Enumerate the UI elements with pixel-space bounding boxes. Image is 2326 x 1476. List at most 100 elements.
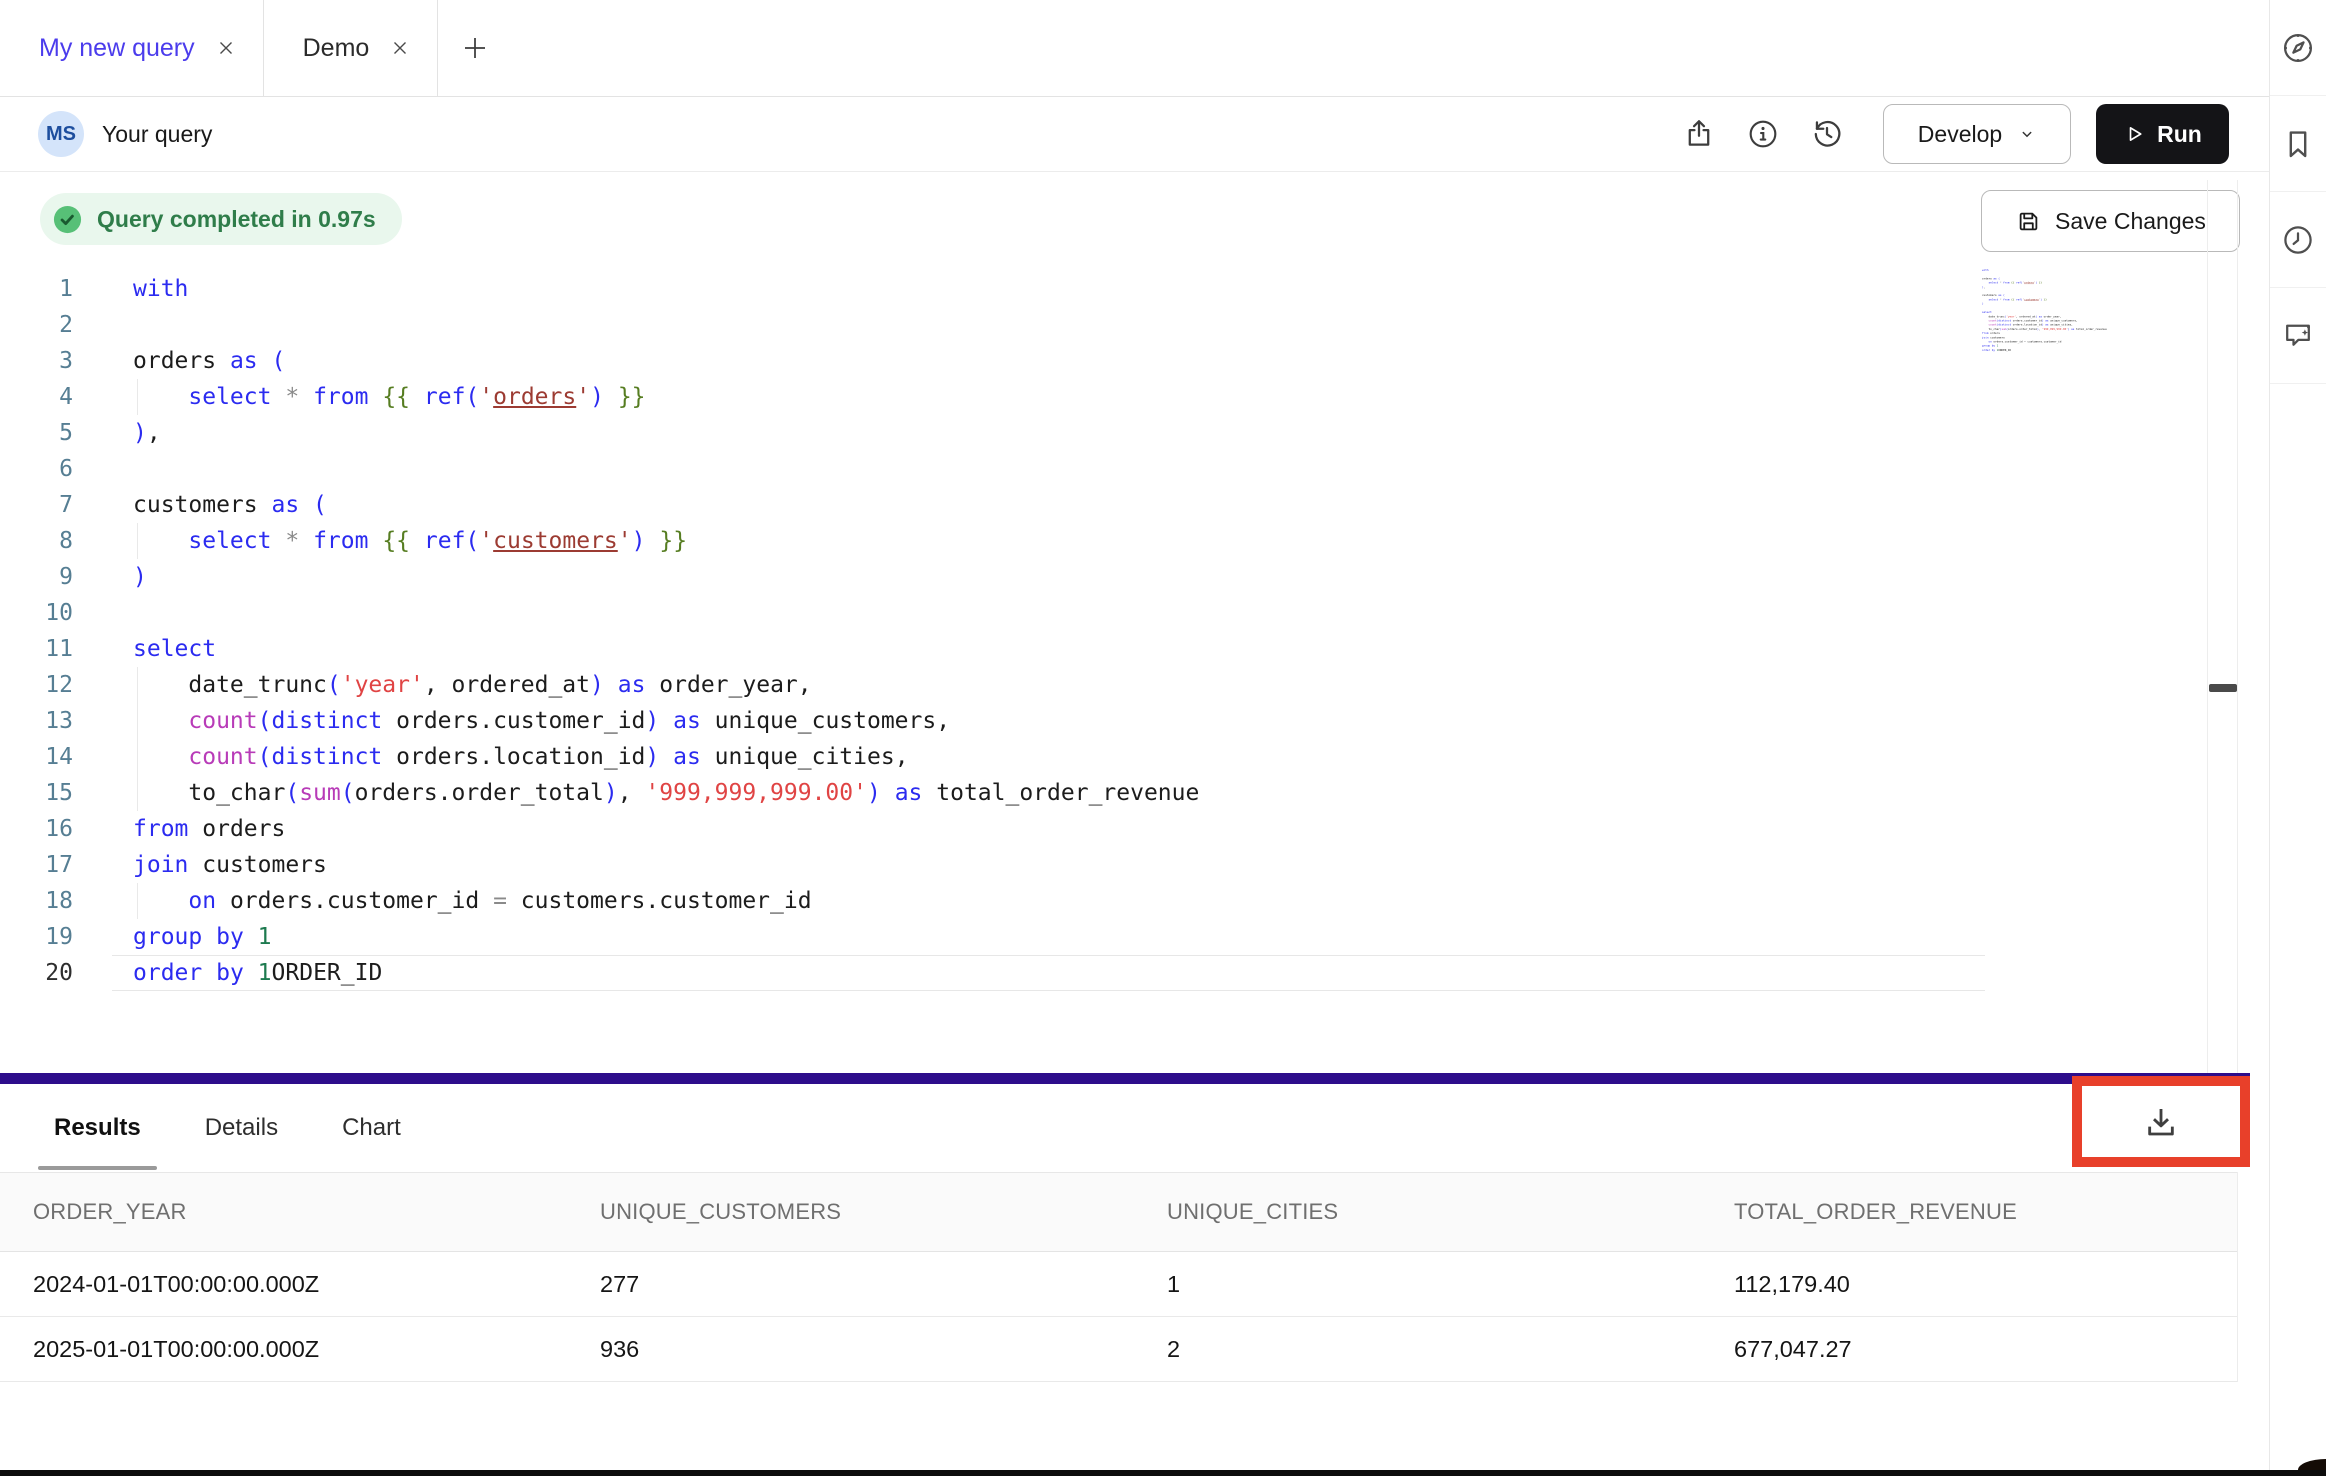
- code-line[interactable]: 17join customers: [0, 847, 2207, 883]
- line-number: 3: [0, 343, 73, 379]
- plus-icon: [460, 33, 490, 63]
- code-line[interactable]: 7customers as (: [0, 487, 2207, 523]
- editor-scrollbar-thumb[interactable]: [2209, 684, 2237, 692]
- run-button[interactable]: Run: [2096, 104, 2229, 164]
- close-icon[interactable]: [215, 37, 237, 59]
- sidebar-item-bookmarks[interactable]: [2270, 96, 2326, 192]
- code-line[interactable]: 19group by 1: [0, 919, 2207, 955]
- sidebar-item-assistant[interactable]: [2270, 288, 2326, 384]
- tab-label: Demo: [303, 34, 370, 63]
- editor-right-border: [2237, 180, 2238, 1073]
- line-number: 2: [0, 307, 73, 343]
- save-changes-button[interactable]: Save Changes: [1981, 190, 2240, 252]
- page-title: Your query: [102, 121, 212, 148]
- status-badge: Query completed in 0.97s: [40, 193, 402, 245]
- run-label: Run: [2157, 121, 2202, 148]
- line-number: 10: [0, 595, 73, 631]
- sidebar-item-explore[interactable]: [2270, 0, 2326, 96]
- panel-splitter[interactable]: [0, 1073, 2250, 1084]
- code-line[interactable]: 18 on orders.customer_id = customers.cus…: [0, 883, 2207, 919]
- results-tab-results[interactable]: Results: [38, 1084, 157, 1172]
- results-tab-bar: Results Details Chart: [0, 1084, 2269, 1172]
- editor-minimap[interactable]: withorders as ( select * from {{ ref('or…: [1982, 268, 2134, 352]
- line-number: 7: [0, 487, 73, 523]
- line-number: 18: [0, 883, 73, 919]
- annotation-highlight-box[interactable]: [2072, 1076, 2250, 1167]
- table-cell: 112,179.40: [1734, 1271, 2237, 1298]
- table-cell: 677,047.27: [1734, 1336, 2237, 1363]
- chevron-down-icon: [2018, 125, 2036, 143]
- results-tab-details[interactable]: Details: [189, 1084, 294, 1172]
- line-number: 11: [0, 631, 73, 667]
- line-number: 1: [0, 271, 73, 307]
- code-line[interactable]: 5),: [0, 415, 2207, 451]
- query-header: MS Your query Develop Run: [0, 97, 2269, 172]
- table-cell: 2: [1167, 1336, 1734, 1363]
- column-header: TOTAL_ORDER_REVENUE: [1734, 1199, 2237, 1225]
- right-sidebar: [2269, 0, 2326, 1476]
- tab-label: My new query: [39, 34, 195, 63]
- status-text: Query completed in 0.97s: [97, 206, 376, 233]
- line-number: 12: [0, 667, 73, 703]
- new-tab-button[interactable]: [438, 0, 512, 96]
- save-changes-label: Save Changes: [2055, 208, 2206, 235]
- table-row: 2024-01-01T00:00:00.000Z2771112,179.40: [0, 1252, 2237, 1317]
- share-button[interactable]: [1677, 112, 1721, 156]
- editor-tab[interactable]: Demo: [264, 0, 439, 96]
- sql-editor[interactable]: 1with23orders as (4 select * from {{ ref…: [0, 271, 2207, 991]
- clock-icon: [2280, 222, 2316, 258]
- info-icon: [1746, 117, 1780, 151]
- code-line[interactable]: 1with: [0, 271, 2207, 307]
- code-line[interactable]: 3orders as (: [0, 343, 2207, 379]
- line-number: 4: [0, 379, 73, 415]
- code-line[interactable]: 16from orders: [0, 811, 2207, 847]
- save-icon: [2015, 208, 2042, 235]
- code-line[interactable]: 20order by 1ORDER_ID: [0, 955, 2207, 991]
- column-header: UNIQUE_CITIES: [1167, 1199, 1734, 1225]
- code-line[interactable]: 14 count(distinct orders.location_id) as…: [0, 739, 2207, 775]
- code-line[interactable]: 12 date_trunc('year', ordered_at) as ord…: [0, 667, 2207, 703]
- check-icon: [52, 204, 83, 235]
- compass-icon: [2280, 30, 2316, 66]
- code-line[interactable]: 15 to_char(sum(orders.order_total), '999…: [0, 775, 2207, 811]
- code-line[interactable]: 9): [0, 559, 2207, 595]
- scrollbar-track-border: [2207, 180, 2208, 1073]
- line-number: 5: [0, 415, 73, 451]
- editor-tab[interactable]: My new query: [0, 0, 264, 96]
- table-row: 2025-01-01T00:00:00.000Z9362677,047.27: [0, 1317, 2237, 1382]
- tab-strip: My new query Demo: [0, 0, 2269, 97]
- chat-sparkles-icon: [2280, 318, 2316, 354]
- info-button[interactable]: [1741, 112, 1785, 156]
- line-number: 14: [0, 739, 73, 775]
- bookmark-icon: [2280, 126, 2316, 162]
- table-cell: 1: [1167, 1271, 1734, 1298]
- play-icon: [2123, 123, 2145, 145]
- column-header: ORDER_YEAR: [33, 1199, 600, 1225]
- line-number: 6: [0, 451, 73, 487]
- line-number: 20: [0, 955, 73, 991]
- download-icon: [2141, 1102, 2181, 1142]
- code-line[interactable]: 10: [0, 595, 2207, 631]
- line-number: 19: [0, 919, 73, 955]
- develop-label: Develop: [1918, 121, 2002, 148]
- screen-bottom-edge: [0, 1470, 2326, 1476]
- column-header: UNIQUE_CUSTOMERS: [600, 1199, 1167, 1225]
- code-line[interactable]: 4 select * from {{ ref('orders') }}: [0, 379, 2207, 415]
- line-number: 17: [0, 847, 73, 883]
- results-table: ORDER_YEARUNIQUE_CUSTOMERSUNIQUE_CITIEST…: [0, 1172, 2238, 1382]
- code-line[interactable]: 2: [0, 307, 2207, 343]
- close-icon[interactable]: [389, 37, 411, 59]
- code-line[interactable]: 13 count(distinct orders.customer_id) as…: [0, 703, 2207, 739]
- share-icon: [1682, 117, 1716, 151]
- history-button[interactable]: [1805, 112, 1849, 156]
- code-line[interactable]: 11select: [0, 631, 2207, 667]
- main-area: My new queryDemo MS Your query Develop: [0, 0, 2269, 1476]
- code-line[interactable]: 8 select * from {{ ref('customers') }}: [0, 523, 2207, 559]
- line-number: 13: [0, 703, 73, 739]
- table-cell: 2025-01-01T00:00:00.000Z: [33, 1336, 600, 1363]
- sidebar-item-history[interactable]: [2270, 192, 2326, 288]
- results-tab-chart[interactable]: Chart: [326, 1084, 417, 1172]
- develop-dropdown[interactable]: Develop: [1883, 104, 2071, 164]
- code-line[interactable]: 6: [0, 451, 2207, 487]
- table-header-row: ORDER_YEARUNIQUE_CUSTOMERSUNIQUE_CITIEST…: [0, 1172, 2237, 1252]
